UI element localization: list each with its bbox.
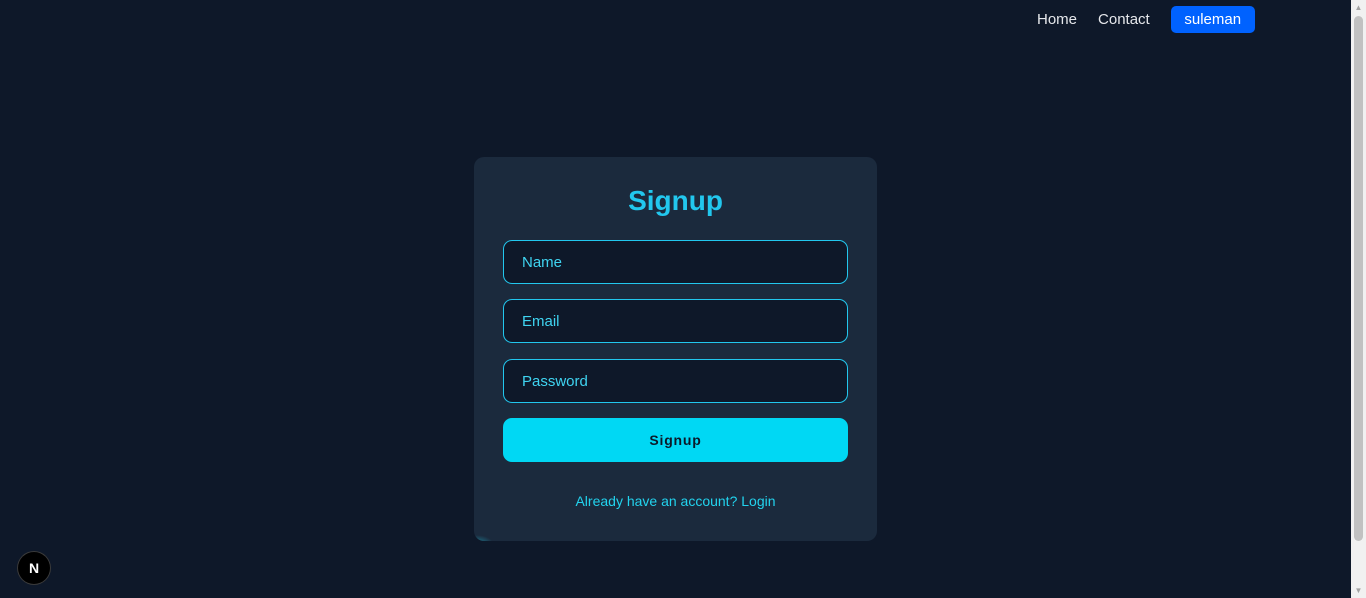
login-link[interactable]: Already have an account? Login bbox=[575, 493, 775, 509]
top-nav: Home Contact suleman bbox=[1030, 6, 1255, 33]
nextjs-letter: N bbox=[28, 560, 40, 576]
nextjs-icon[interactable]: N bbox=[18, 552, 50, 584]
email-input[interactable] bbox=[503, 299, 848, 343]
scroll-up-icon[interactable]: ▲ bbox=[1351, 0, 1366, 15]
corner-glow bbox=[474, 535, 494, 541]
user-button[interactable]: suleman bbox=[1170, 6, 1255, 33]
nav-contact-link[interactable]: Contact bbox=[1098, 6, 1150, 33]
name-input[interactable] bbox=[503, 240, 848, 284]
password-input[interactable] bbox=[503, 359, 848, 403]
signup-title: Signup bbox=[628, 185, 723, 216]
login-prompt: Already have an account? Login bbox=[474, 493, 877, 509]
signup-button[interactable]: Signup bbox=[503, 418, 848, 462]
vertical-scrollbar[interactable]: ▲ ▼ bbox=[1351, 0, 1366, 598]
nav-home-link[interactable]: Home bbox=[1030, 6, 1077, 33]
scrollbar-thumb[interactable] bbox=[1354, 16, 1363, 541]
scroll-down-icon[interactable]: ▼ bbox=[1351, 583, 1366, 598]
signup-card: Signup Signup Already have an account? L… bbox=[474, 157, 877, 541]
page: Home Contact suleman Signup Signup Alrea… bbox=[0, 0, 1366, 598]
